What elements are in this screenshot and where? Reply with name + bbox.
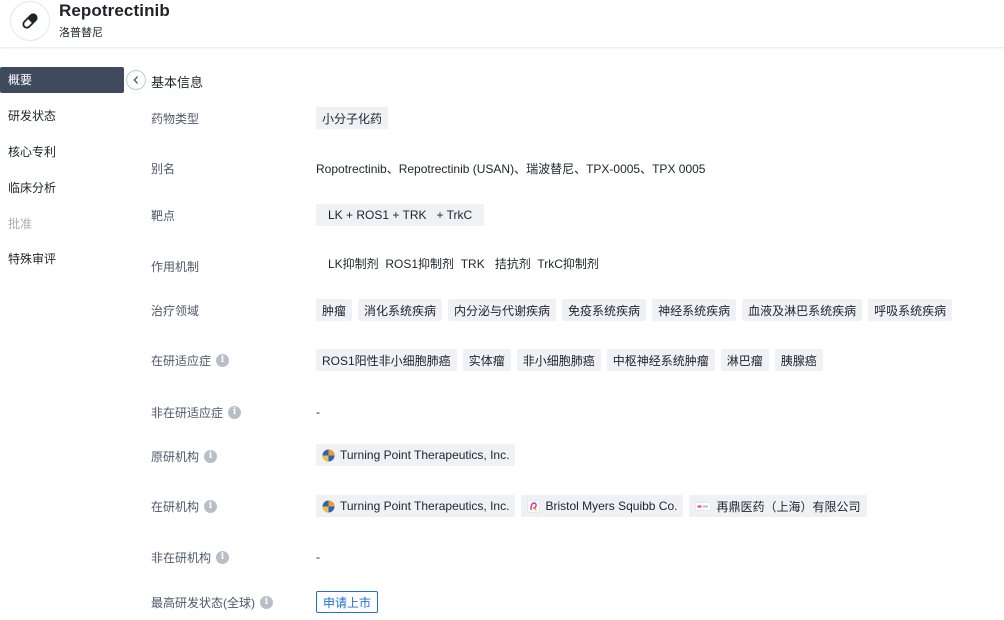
alias-value: Ropotrectinib、Repotrectinib (USAN)、瑞波替尼、… — [316, 157, 705, 179]
highest-status-label-text: 最高研发状态(全球) — [151, 595, 255, 610]
info-icon[interactable]: i — [260, 595, 273, 609]
sidebar-item-core-patents[interactable]: 核心专利 — [0, 139, 124, 165]
active-org-label: 在研机构 i — [151, 497, 218, 515]
info-icon[interactable]: i — [216, 353, 230, 367]
therapeutic-area-tag[interactable]: 血液及淋巴系统疾病 — [742, 299, 863, 321]
therapeutic-area-tag[interactable]: 内分泌与代谢疾病 — [448, 299, 557, 321]
inactive-org-value: - — [316, 546, 320, 568]
inactive-indication-value: - — [316, 401, 320, 423]
therapeutic-area-value: 肿瘤 消化系统疾病 内分泌与代谢疾病 免疫系统疾病 神经系统疾病 血液及淋巴系统… — [316, 299, 953, 321]
therapeutic-area-label: 治疗领域 — [151, 303, 200, 318]
active-org-value: Turning Point Therapeutics, Inc. Bristol… — [316, 495, 873, 517]
active-indication-label-text: 在研适应症 — [151, 353, 212, 368]
org-tag-turning-point[interactable]: Turning Point Therapeutics, Inc. — [316, 495, 516, 517]
inactive-org-label-text: 非在研机构 — [151, 550, 212, 565]
inactive-indication-label: 非在研适应症 i — [151, 403, 242, 421]
therapeutic-area-tag[interactable]: 免疫系统疾病 — [562, 299, 647, 321]
therapeutic-area-tag[interactable]: 神经系统疾病 — [652, 299, 737, 321]
info-icon[interactable]: i — [204, 449, 218, 463]
mechanism-label: 作用机制 — [151, 259, 200, 274]
capsule-icon — [10, 1, 50, 41]
therapeutic-area-tag[interactable]: 呼吸系统疾病 — [868, 299, 953, 321]
drug-name: Repotrectinib — [59, 1, 170, 20]
originator-label-text: 原研机构 — [151, 449, 200, 464]
active-org-label-text: 在研机构 — [151, 499, 200, 514]
turning-point-logo-icon — [322, 500, 335, 512]
org-tag-bms[interactable]: Bristol Myers Squibb Co. — [521, 495, 684, 517]
indication-tag[interactable]: 中枢神经系统肿瘤 — [606, 349, 715, 371]
org-tag-zai-lab[interactable]: 再鼎医药（上海）有限公司 — [689, 495, 867, 517]
sidebar-item-special-review[interactable]: 特殊审评 — [0, 246, 124, 272]
active-indication-value: ROS1阳性非小细胞肺癌 实体瘤 非小细胞肺癌 中枢神经系统肿瘤 淋巴瘤 胰腺癌 — [316, 349, 829, 371]
drug-type-tag[interactable]: 小分子化药 — [316, 107, 389, 129]
target-tag[interactable]: LK + ROS1 + TRK + TrkC — [316, 204, 485, 226]
sidebar-item-overview[interactable]: 概要 — [0, 67, 124, 93]
inactive-indication-text: - — [316, 405, 320, 419]
sidebar-collapse-button[interactable] — [126, 70, 146, 90]
indication-tag[interactable]: 淋巴瘤 — [720, 349, 769, 371]
sidebar-item-clinical-analysis[interactable]: 临床分析 — [0, 175, 124, 201]
mechanism-text: LK抑制剂 ROS1抑制剂 TRK 拮抗剂 TrkC抑制剂 — [328, 256, 599, 271]
status-badge[interactable]: 申请上市 — [316, 591, 379, 613]
highest-status-value: 申请上市 — [316, 591, 379, 613]
therapeutic-area-tag[interactable]: 肿瘤 — [316, 299, 353, 321]
drug-type-label: 药物类型 — [151, 111, 200, 126]
drug-name-chinese: 洛普替尼 — [59, 27, 103, 39]
org-name: Turning Point Therapeutics, Inc. — [340, 448, 510, 462]
target-label: 靶点 — [151, 208, 176, 223]
chevron-left-icon — [133, 76, 138, 84]
originator-value: Turning Point Therapeutics, Inc. — [316, 444, 521, 466]
org-tag-turning-point[interactable]: Turning Point Therapeutics, Inc. — [316, 444, 516, 466]
active-indication-label: 在研适应症 i — [151, 351, 230, 369]
turning-point-logo-icon — [322, 449, 335, 461]
sidebar-item-approval: 批准 — [8, 217, 33, 231]
alias-text: Ropotrectinib、Repotrectinib (USAN)、瑞波替尼、… — [316, 161, 706, 176]
indication-tag[interactable]: 非小细胞肺癌 — [516, 349, 601, 371]
highest-status-label: 最高研发状态(全球) i — [151, 593, 273, 611]
alias-label: 别名 — [151, 161, 176, 176]
info-icon[interactable]: i — [216, 550, 230, 564]
indication-tag[interactable]: ROS1阳性非小细胞肺癌 — [316, 349, 457, 371]
info-icon[interactable]: i — [204, 499, 218, 513]
inactive-org-text: - — [316, 550, 320, 564]
bms-logo-icon — [527, 499, 541, 513]
drug-type-value: 小分子化药 — [316, 107, 394, 129]
drug-header: Repotrectinib 洛普替尼 — [0, 0, 1004, 48]
inactive-indication-label-text: 非在研适应症 — [151, 405, 224, 420]
indication-tag[interactable]: 胰腺癌 — [774, 349, 823, 371]
mechanism-value: LK抑制剂 ROS1抑制剂 TRK 拮抗剂 TrkC抑制剂 — [316, 252, 599, 274]
originator-label: 原研机构 i — [151, 447, 218, 465]
sidebar-item-rd-status[interactable]: 研发状态 — [0, 103, 124, 129]
org-name: Turning Point Therapeutics, Inc. — [340, 499, 510, 513]
target-value: LK + ROS1 + TRK + TrkC — [316, 204, 490, 226]
inactive-org-label: 非在研机构 i — [151, 548, 230, 566]
org-name: 再鼎医药（上海）有限公司 — [716, 499, 861, 514]
org-name: Bristol Myers Squibb Co. — [545, 499, 678, 513]
sidebar-nav: 概要 研发状态 核心专利 临床分析 批准 特殊审评 — [0, 49, 124, 620]
indication-tag[interactable]: 实体瘤 — [462, 349, 511, 371]
zai-lab-logo-icon — [695, 501, 712, 511]
info-icon[interactable]: i — [228, 405, 242, 419]
section-title: 基本信息 — [151, 75, 204, 90]
therapeutic-area-tag[interactable]: 消化系统疾病 — [358, 299, 443, 321]
